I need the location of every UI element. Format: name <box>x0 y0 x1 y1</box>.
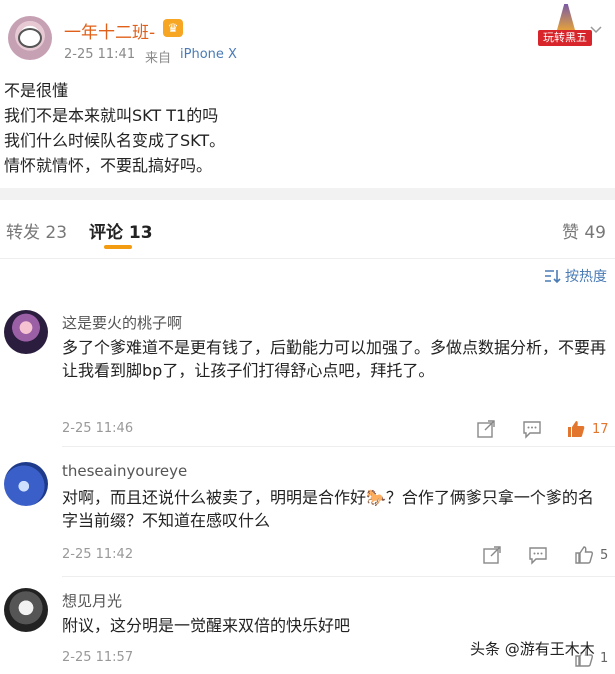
tab-comments[interactable]: 评论 13 <box>89 218 153 243</box>
like-button[interactable]: 5 <box>574 544 608 566</box>
sort-by-hot-button[interactable]: 按热度 <box>543 266 607 286</box>
like-count: 17 <box>592 421 609 437</box>
post-text-line: 情怀就情怀，不要乱搞好吗。 <box>4 156 213 175</box>
chevron-down-icon[interactable] <box>590 24 602 36</box>
share-button[interactable] <box>476 418 496 440</box>
post-text-line: 我们不是本来就叫SKT T1的吗 <box>4 106 219 125</box>
comment-time: 2-25 11:57 <box>62 650 134 665</box>
comment-divider <box>62 576 615 577</box>
comment-text: 多了个爹难道不是更有钱了，后勤能力可以加强了。多做点数据分析，不要再让我看到脚b… <box>62 338 607 380</box>
thumbs-up-icon <box>568 421 585 437</box>
like-button[interactable]: 17 <box>566 418 609 440</box>
tower-icon <box>557 4 575 30</box>
comment-username[interactable]: 想见月光 <box>62 590 122 611</box>
comment-divider <box>62 446 615 447</box>
comment-time: 2-25 11:42 <box>62 547 134 562</box>
comment-text: 附议，这分明是一觉醒来双倍的快乐好吧 <box>62 616 351 635</box>
comment-actions: 17 <box>470 418 615 442</box>
vip-crown-icon: ♛ <box>163 19 183 37</box>
share-icon <box>477 420 495 438</box>
comment-avatar[interactable] <box>4 588 48 632</box>
reply-button[interactable] <box>528 544 548 566</box>
tab-repost[interactable]: 转发 23 <box>6 218 67 243</box>
post-source-label: 来自 <box>145 51 172 66</box>
post-device-link[interactable]: iPhone X <box>180 47 237 62</box>
promo-tag: 玩转黑五 <box>538 30 592 46</box>
share-button[interactable] <box>482 544 502 566</box>
post-text-line: 我们什么时候队名变成了SKT。 <box>4 131 226 150</box>
watermark: 头条 @游有王木木 <box>470 640 595 658</box>
comment-icon <box>529 547 547 565</box>
comment-item: 这是要火的桃子啊 多了个爹难道不是更有钱了，后勤能力可以加强了。多做点数据分析，… <box>0 306 615 446</box>
thumbs-up-icon <box>575 546 593 564</box>
tab-bar: 转发 23 评论 13 赞 49 <box>0 200 615 252</box>
sort-row: 按热度 <box>0 258 615 290</box>
post-body: 不是很懂 我们不是本来就叫SKT T1的吗 我们什么时候队名变成了SKT。 情怀… <box>4 78 604 178</box>
like-count: 5 <box>600 547 609 563</box>
reply-button[interactable] <box>522 418 542 440</box>
post-header: 一年十二班- ♛ 2-25 11:41 来自 iPhone X 玩转黑五 <box>0 0 615 72</box>
sort-label: 按热度 <box>565 269 607 285</box>
post-text-line: 不是很懂 <box>4 81 69 100</box>
comment-avatar[interactable] <box>4 310 48 354</box>
post-time: 2-25 11:41 <box>64 47 136 62</box>
comment-text: 对啊，而且还说什么被卖了，明明是合作好🐎？合作了俩爹只拿一个爹的名字当前缀？不知… <box>62 488 594 530</box>
sort-icon <box>545 270 561 284</box>
tab-active-indicator <box>104 245 132 249</box>
comment-item: 想见月光 附议，这分明是一觉醒来双倍的快乐好吧 2-25 11:57 1 <box>0 584 615 674</box>
like-count: 1 <box>600 650 609 666</box>
comment-icon <box>523 421 541 439</box>
tab-likes[interactable]: 赞 49 <box>562 218 606 243</box>
comment-actions: 5 <box>470 544 615 568</box>
comment-avatar[interactable] <box>4 462 48 506</box>
comment-time: 2-25 11:46 <box>62 421 134 436</box>
comment-username[interactable]: 这是要火的桃子啊 <box>62 312 182 333</box>
promo-badge[interactable]: 玩转黑五 <box>538 2 592 46</box>
post-username[interactable]: 一年十二班- <box>64 18 155 43</box>
avatar[interactable] <box>8 16 52 60</box>
comment-item: theseainyoureye 对啊，而且还说什么被卖了，明明是合作好🐎？合作了… <box>0 458 615 574</box>
avatar-face <box>18 28 42 48</box>
section-divider <box>0 188 615 200</box>
comment-username[interactable]: theseainyoureye <box>62 462 187 480</box>
share-icon <box>483 546 501 564</box>
